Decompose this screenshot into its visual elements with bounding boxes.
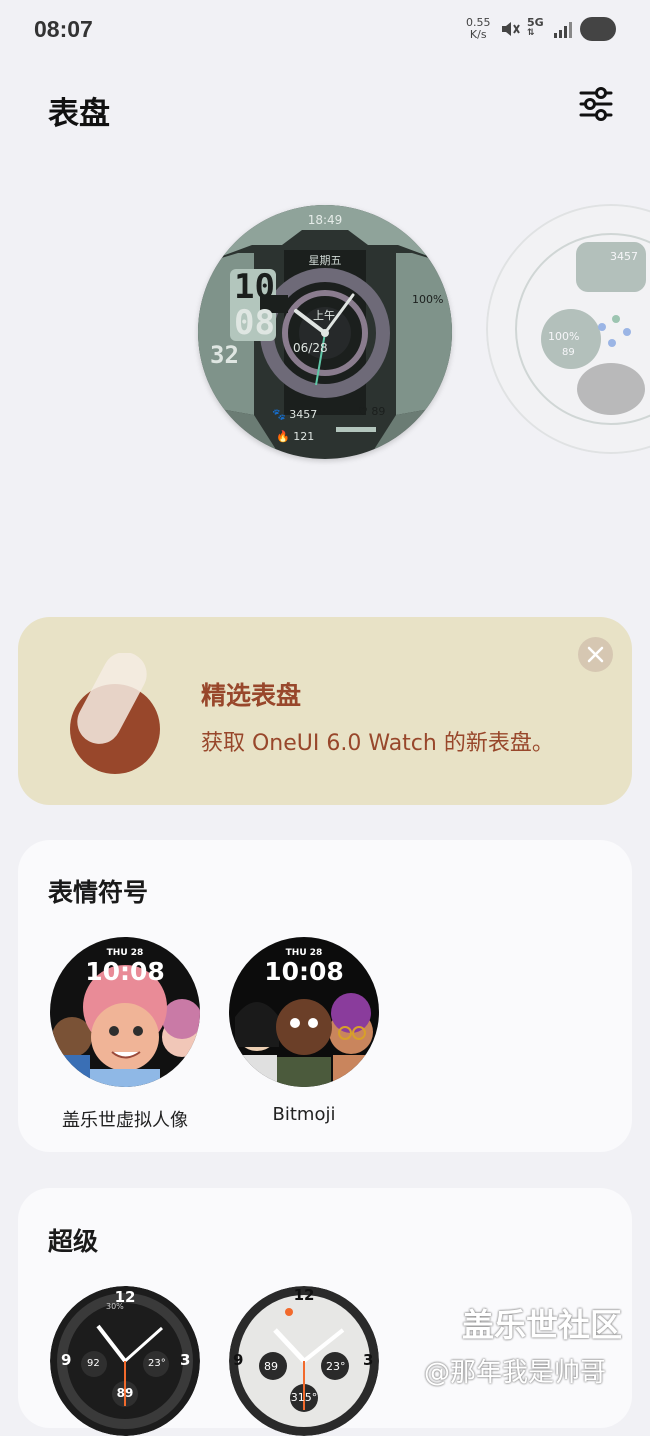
paw-icon: 🐾 [272,408,286,421]
flame-icon: 🔥 [276,430,290,443]
analog-face-graphic [229,1286,379,1436]
marker-12: 12 [293,1286,315,1304]
face-label-bitmoji: Bitmoji [272,1104,336,1125]
current-watch-face[interactable]: 18:49 星期五 10 08 32 上午 06/28 100% 🐾 3457 … [198,205,452,459]
net-speed: 0.55 K/s [466,17,491,41]
side-watch-heart: 89 [562,347,575,358]
sub-dial-bottom: 89 [116,1386,134,1400]
next-watch-face[interactable]: 3457 100% 89 [486,204,650,454]
marker-12: 12 [114,1288,136,1306]
watch-weekday: 星期五 [308,254,342,267]
face-time: 10:08 [264,957,344,986]
page-title: 表盘 [48,96,110,132]
watch-calories: 🔥 121 [276,430,315,443]
section-title-emoji: 表情符号 [48,878,149,907]
watch-seconds: 32 [210,341,239,369]
face-time: 10:08 [85,957,165,986]
side-watch-steps: 3457 [610,250,638,263]
bitmoji-face[interactable]: THU 28 10:08 [229,937,379,1087]
watch-ampm: 上午 [313,309,335,322]
net-speed-unit: K/s [469,28,487,41]
marker-3: 3 [180,1351,191,1369]
network-5g-icon: 5G ⇅ [527,16,544,38]
close-icon [587,646,604,663]
banner-subtitle: 获取 OneUI 6.0 Watch 的新表盘。 [201,731,554,756]
watch-battery: 100% [412,293,444,306]
banner-title: 精选表盘 [201,681,302,710]
sub-dial-left: 89 [264,1360,278,1373]
section-title-super: 超级 [48,1227,99,1256]
watermark-author: @那年我是帅哥 [424,1358,607,1388]
sub-dial-right: 23° [148,1358,166,1369]
marker-9: 9 [61,1351,72,1369]
ar-emoji-face[interactable]: THU 28 10:08 [50,937,200,1087]
close-banner-button[interactable] [578,637,613,672]
sub-dial-right: 23° [326,1360,346,1373]
watch-top-time: 18:49 [307,213,343,227]
status-bar: 08:07 0.55 K/s 5G ⇅ [0,0,650,60]
marker-3: 3 [363,1351,374,1369]
signal-icon [554,22,572,38]
heart-icon: ♥ [358,405,368,418]
battery-icon [580,17,616,41]
featured-icon [70,653,160,774]
watch-hour: 10 [234,267,275,307]
sub-dial-left: 92 [87,1358,100,1369]
watch-date: 06/28 [293,341,328,355]
featured-faces-banner[interactable] [18,617,632,805]
mute-icon [502,22,520,36]
marker-9: 9 [233,1351,244,1369]
super-face-light[interactable]: 12 9 3 89 23° 315° [229,1286,379,1436]
sub-dial-bottom: 315° [290,1391,318,1404]
watch-heart-rate: ♥ 89 [358,405,386,418]
bezel-label: 30% [106,1302,124,1311]
watch-face-graphic [486,204,650,454]
analog-face-graphic [50,1286,200,1436]
watch-steps: 🐾 3457 [272,408,318,421]
super-face-dark[interactable]: 12 9 3 30% 92 23° 89 [50,1286,200,1436]
face-label-ar-emoji: 盖乐世虚拟人像 [62,1110,188,1131]
sliders-icon[interactable] [578,86,614,122]
status-time: 08:07 [34,16,93,42]
watermark-brand: 盖乐世社区 [462,1306,623,1344]
watch-minute: 08 [234,303,275,343]
side-watch-battery: 100% [548,330,580,343]
